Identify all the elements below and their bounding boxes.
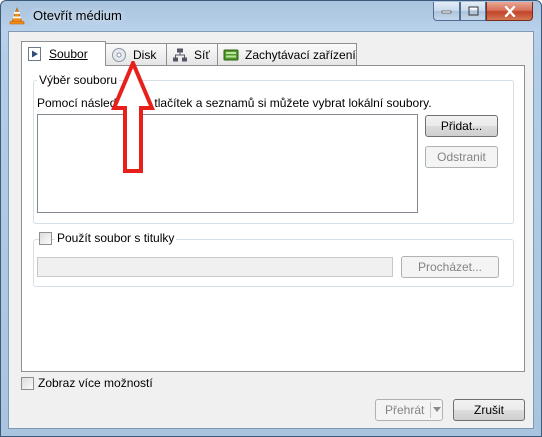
add-file-button-label: Přidat... — [440, 119, 483, 133]
dialog-client-area: Soubor Disk Síť Zachytávací zařízení Výb… — [8, 31, 534, 429]
title-bar[interactable]: Otevřít médium — [1, 1, 541, 31]
file-selection-group-label: Výběr souboru — [37, 73, 120, 87]
add-file-button[interactable]: Přidat... — [425, 115, 498, 137]
tab-disc-label: Disk — [133, 47, 157, 62]
play-file-icon — [28, 47, 41, 61]
minimize-icon — [441, 10, 452, 14]
subtitle-file-field[interactable] — [37, 257, 393, 277]
show-more-options-checkbox[interactable] — [21, 377, 34, 390]
play-button-separator — [430, 402, 431, 418]
minimize-button[interactable] — [433, 2, 460, 21]
play-button[interactable]: Přehrát — [375, 399, 443, 421]
capture-device-icon — [223, 49, 239, 60]
use-subtitles-label: Použít soubor s titulky — [55, 231, 177, 245]
dialog-window: Otevřít médium Soubor Disk Síť Zachytáva… — [0, 0, 542, 437]
chevron-down-icon[interactable] — [433, 407, 441, 413]
tab-network-label: Síť — [194, 47, 210, 62]
file-list[interactable] — [37, 114, 418, 213]
close-button[interactable] — [486, 2, 533, 21]
tab-capture-device-label: Zachytávací zařízení — [245, 47, 356, 62]
remove-file-button[interactable]: Odstranit — [425, 146, 498, 168]
tab-file[interactable]: Soubor — [21, 41, 106, 66]
use-subtitles-checkbox[interactable] — [39, 232, 52, 245]
show-more-options-label: Zobraz více možností — [38, 376, 153, 390]
close-icon — [504, 5, 515, 17]
cancel-button[interactable]: Zrušit — [453, 399, 525, 421]
tab-capture-device[interactable]: Zachytávací zařízení — [217, 43, 357, 65]
cancel-button-label: Zrušit — [474, 403, 504, 417]
remove-file-button-label: Odstranit — [437, 150, 486, 164]
file-selection-description: Pomocí následujících tlačítek a seznamů … — [37, 96, 432, 110]
play-button-label: Přehrát — [385, 403, 425, 417]
vlc-cone-icon — [9, 7, 25, 25]
browse-subtitles-button[interactable]: Procházet... — [401, 256, 499, 278]
tab-network[interactable]: Síť — [166, 43, 218, 65]
tab-file-label: Soubor — [49, 47, 88, 61]
browse-subtitles-button-label: Procházet... — [417, 260, 483, 274]
network-icon — [173, 48, 187, 61]
maximize-icon — [468, 6, 478, 16]
file-tab-panel: Výběr souboru Pomocí následujících tlačí… — [21, 65, 525, 372]
red-arrow-annotation-icon — [111, 61, 155, 173]
maximize-button[interactable] — [460, 2, 486, 21]
window-title: Otevřít médium — [33, 8, 122, 23]
